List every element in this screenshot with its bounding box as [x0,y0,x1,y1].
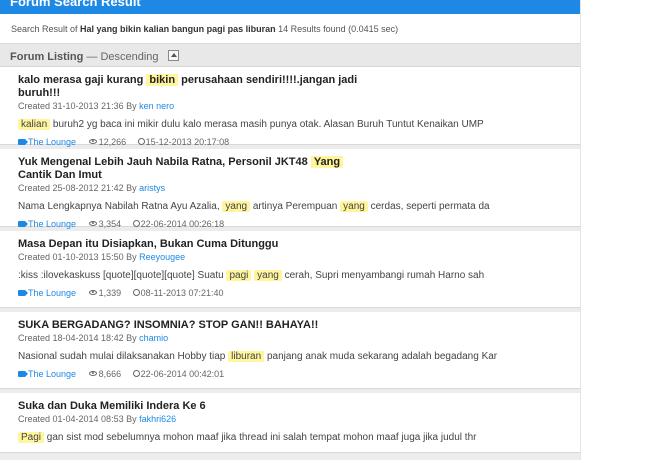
forum-link[interactable]: The Lounge [28,369,76,379]
thread-snippet: Pagi gan sist mod sebelumnya mohon maaf … [18,432,558,443]
snippet-highlight: yang [340,201,368,212]
author-link[interactable]: fakhri626 [139,414,176,424]
snippet-highlight: yang [222,201,251,212]
forum-link[interactable]: The Lounge [28,288,76,298]
thread-meta: Created 25-08-2012 21:42 By aristys [18,183,570,193]
thread-item: Masa Depan itu Disiapkan, Bukan Cuma Dit… [0,231,580,308]
search-result-panel: Forum Search Result Search Result of Hal… [0,0,580,460]
thread-snippet: Nasional sudah mulai dilaksanakan Hobby … [18,351,558,362]
thread-title[interactable]: Suka dan Duka Memiliki Indera Ke 6 [18,400,418,413]
snippet-highlight: kalian [18,119,51,130]
clock-icon [137,138,145,145]
thread-footer: The Lounge 12,266 15-12-2013 20:17:08 [18,137,570,147]
collapse-button[interactable] [167,50,179,61]
last-post-date: 22-06-2014 00:42:01 [140,369,225,379]
created-date: Created 01-04-2014 08:53 By [18,414,137,424]
author-link[interactable]: ken nero [139,101,174,111]
thread-title[interactable]: Masa Depan itu Disiapkan, Bukan Cuma Dit… [18,238,418,251]
snippet-highlight: yang [254,270,282,281]
forum-listing-bar: Forum Listing — Descending [0,44,580,67]
last-post-date: 22-06-2014 00:26:18 [140,219,225,229]
author-link[interactable]: Reeyougee [139,252,185,262]
tag-icon [18,290,28,296]
snippet-highlight: liburan [228,351,265,362]
thread-title[interactable]: Yuk Mengenal Lebih Jauh Nabila Ratna, Pe… [18,156,368,182]
title-text: Cantik Dan Imut [18,169,102,181]
view-count: 3,354 [98,219,122,229]
clock-icon [132,370,140,377]
listing-sort: — Descending [86,51,159,63]
eye-icon [88,221,97,226]
thread-item: SUKA BERGADANG? INSOMNIA? STOP GAN!! BAH… [0,312,580,389]
clock-icon [132,289,140,296]
view-count: 12,266 [98,137,127,147]
eye-icon [88,139,97,144]
snippet-text: panjang anak muda sekarang adalah begada… [266,351,498,362]
thread-footer: The Lounge 3,354 22-06-2014 00:26:18 [18,219,570,229]
eye-icon [88,371,97,376]
thread-item: Suka dan Duka Memiliki Indera Ke 6 Creat… [0,393,580,453]
created-date: Created 01-10-2013 15:50 By [18,252,137,262]
search-prefix: Search Result of [11,24,81,34]
view-count: 8,666 [98,369,122,379]
tag-icon [18,221,28,227]
view-count: 1,339 [98,288,122,298]
listing-title: Forum Listing [10,51,84,63]
tag-icon [18,139,28,145]
thread-item: kalo merasa gaji kurang bikin perusahaan… [0,67,580,147]
tag-icon [18,371,28,377]
thread-footer: The Lounge 1,339 08-11-2013 07:21:40 [18,288,570,298]
thread-meta: Created 01-04-2014 08:53 By fakhri626 [18,414,570,424]
snippet-text: :kiss :ilovekaskuss [quote][quote][quote… [18,270,224,281]
forum-link[interactable]: The Lounge [28,137,76,147]
thread-meta: Created 31-10-2013 21:36 By ken nero [18,101,570,111]
last-post-date: 08-11-2013 07:21:40 [140,288,224,298]
author-link[interactable]: chamio [139,333,168,343]
author-link[interactable]: aristys [139,183,165,193]
panel-title: Forum Search Result [10,0,141,9]
created-date: Created 31-10-2013 21:36 By [18,101,137,111]
snippet-text: gan sist mod sebelumnya mohon maaf jika … [46,432,477,443]
thread-meta: Created 18-04-2014 18:42 By chamio [18,333,570,343]
results-count: 14 Results found (0.0415 sec) [278,24,399,34]
thread-title[interactable]: SUKA BERGADANG? INSOMNIA? STOP GAN!! BAH… [18,319,418,332]
clock-icon [132,220,140,227]
thread-title[interactable]: kalo merasa gaji kurang bikin perusahaan… [18,74,368,100]
thread-item: Yuk Mengenal Lebih Jauh Nabila Ratna, Pe… [0,149,580,229]
created-date: Created 25-08-2012 21:42 By [18,183,137,193]
thread-snippet: :kiss :ilovekaskuss [quote][quote][quote… [18,270,558,281]
eye-icon [88,290,97,295]
search-summary: Search Result of Hal yang bikin kalian b… [0,14,580,44]
snippet-highlight: pagi [226,270,252,281]
title-text: Yuk Mengenal Lebih Jauh Nabila Ratna, Pe… [18,156,308,168]
snippet-text: Nasional sudah mulai dilaksanakan Hobby … [18,351,226,362]
search-query: Hal yang bikin kalian bangun pagi pas li… [80,24,276,34]
right-gutter [580,0,663,460]
snippet-text: artinya Perempuan [252,201,338,212]
thread-footer: The Lounge 8,666 22-06-2014 00:42:01 [18,369,570,379]
thread-snippet: Nama Lengkapnya Nabilah Ratna Ayu Azalia… [18,201,558,212]
thread-meta: Created 01-10-2013 15:50 By Reeyougee [18,252,570,262]
snippet-text: buruh2 yg baca ini mikir dulu kalo meras… [52,119,484,130]
created-date: Created 18-04-2014 18:42 By [18,333,137,343]
title-text: kalo merasa gaji kurang [18,74,144,86]
snippet-text: cerah, Supri menyambangi rumah Harno sah [284,270,485,281]
title-highlight: bikin [146,74,179,86]
forum-link[interactable]: The Lounge [28,219,76,229]
last-post-date: 15-12-2013 20:17:08 [145,137,230,147]
snippet-highlight: Pagi [18,432,45,443]
snippet-text: Nama Lengkapnya Nabilah Ratna Ayu Azalia… [18,201,220,212]
thread-snippet: kalian buruh2 yg baca ini mikir dulu kal… [18,119,558,130]
snippet-text: cerdas, seperti permata da [370,201,490,212]
panel-header: Forum Search Result [0,0,580,14]
title-highlight: Yang [310,156,344,168]
